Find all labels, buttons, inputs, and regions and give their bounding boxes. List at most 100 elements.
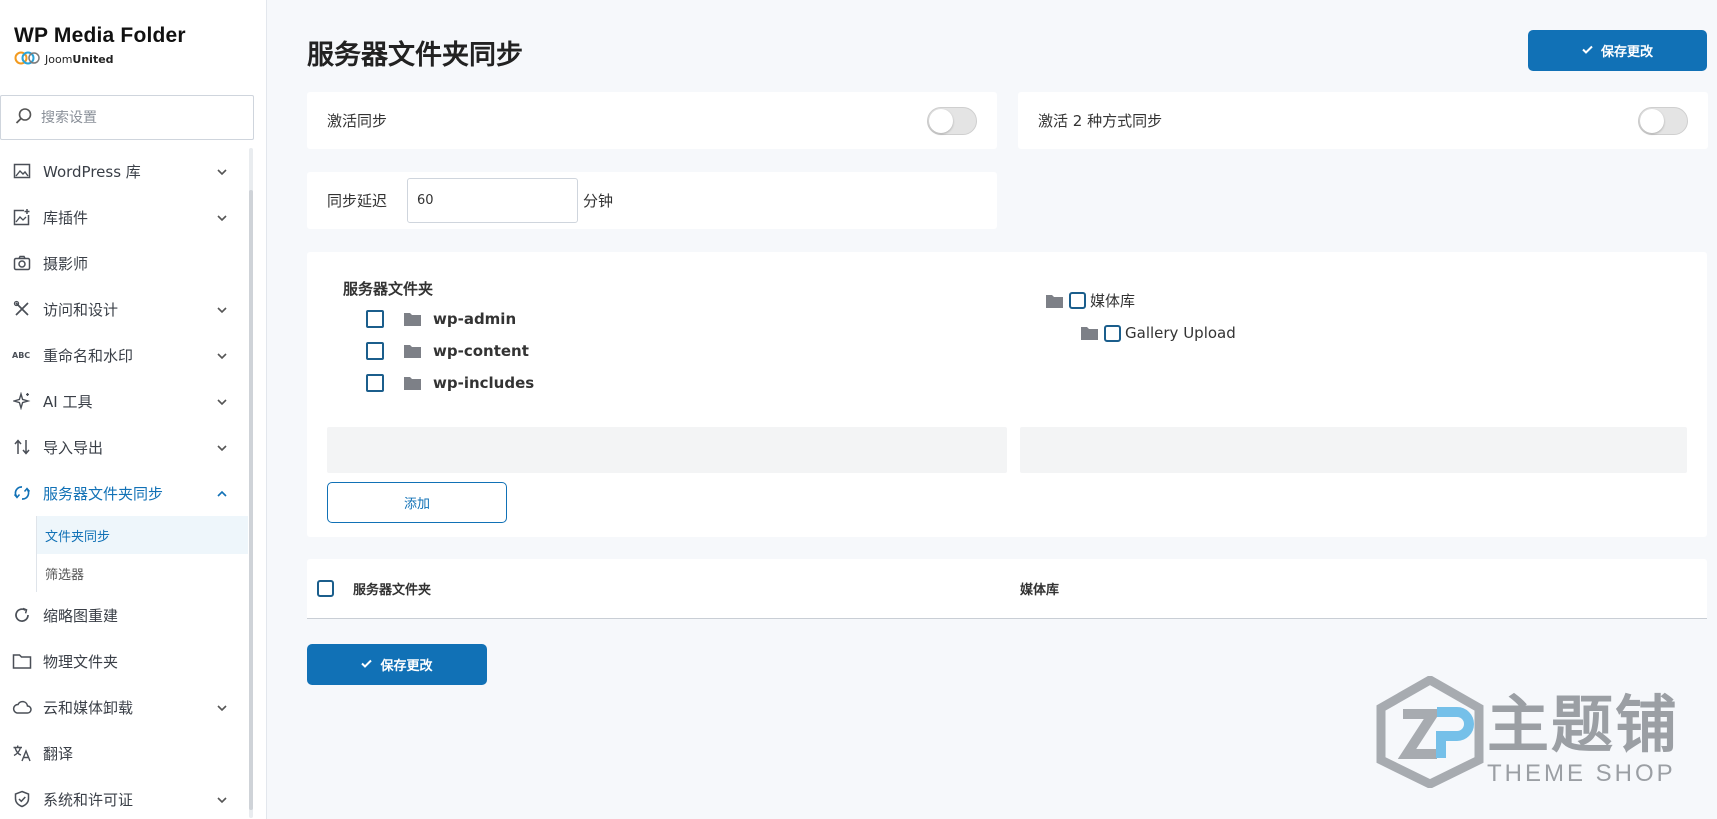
media-folder-selection-field[interactable] — [1020, 427, 1687, 473]
server-folder-checkbox[interactable] — [366, 310, 384, 328]
chevron-down-icon — [216, 791, 228, 810]
activate-2way-sync-toggle[interactable] — [1638, 106, 1688, 135]
sidebar-subitem-folder-sync[interactable]: 文件夹同步 — [36, 516, 248, 554]
sidebar-item-wordpress-library[interactable]: WordPress 库 — [0, 148, 248, 194]
sidebar-item-label: 云和媒体卸载 — [43, 698, 134, 717]
theme-shop-watermark: 主题铺 THEME SHOP — [1375, 668, 1715, 808]
sidebar-item-label: 重命名和水印 — [43, 346, 134, 365]
search-input[interactable] — [41, 109, 231, 126]
chevron-down-icon — [216, 347, 228, 366]
sidebar-item-thumbnail-rebuild[interactable]: 缩略图重建 — [0, 592, 248, 638]
sidebar-item-import-export[interactable]: 导入导出 — [0, 424, 248, 470]
sidebar-item-label: 摄影师 — [43, 254, 89, 273]
sidebar-item-photographer[interactable]: 摄影师 — [0, 240, 248, 286]
server-folder-name: wp-admin — [433, 310, 517, 328]
sidebar-subitem-filters[interactable]: 筛选器 — [36, 554, 248, 592]
watermark-en: THEME SHOP — [1487, 760, 1676, 787]
table-col-media-library: 媒体库 — [1020, 583, 1060, 598]
select-all-checkbox[interactable] — [317, 580, 334, 597]
sidebar-item-access-design[interactable]: 访问和设计 — [0, 286, 248, 332]
gallery-upload-checkbox[interactable] — [1104, 324, 1121, 342]
tools-icon — [12, 299, 32, 319]
server-folder-row[interactable]: wp-content — [366, 342, 529, 360]
folder-icon — [1081, 326, 1098, 340]
brand-sub-light: Joom — [45, 53, 73, 66]
sidebar-item-label: WordPress 库 — [43, 162, 141, 181]
sidebar-item-physical-folder[interactable]: 物理文件夹 — [0, 638, 248, 684]
save-button-label: 保存更改 — [380, 659, 433, 674]
sidebar-item-label: 导入导出 — [43, 438, 104, 457]
server-folder-name: wp-includes — [433, 374, 535, 392]
media-library-checkbox[interactable] — [1069, 292, 1086, 309]
brand-sub-bold: United — [72, 53, 114, 66]
sidebar-item-ai-tools[interactable]: AI 工具 — [0, 378, 248, 424]
sidebar-item-label: 缩略图重建 — [43, 606, 119, 625]
activate-2way-sync-label: 激活 2 种方式同步 — [1038, 112, 1163, 130]
server-folder-row[interactable]: wp-includes — [366, 374, 534, 392]
activate-sync-card: 激活同步 — [307, 92, 997, 149]
add-button[interactable]: 添加 — [327, 482, 507, 523]
sync-delay-label: 同步延迟 — [327, 192, 388, 210]
folder-icon — [404, 344, 421, 358]
media-library-row[interactable]: 媒体库 — [1046, 290, 1135, 311]
sidebar-scroll-thumb[interactable] — [249, 190, 253, 810]
sidebar-item-server-folder-sync[interactable]: 服务器文件夹同步 — [0, 470, 248, 516]
sidebar-item-label: 访问和设计 — [43, 300, 119, 319]
gallery-upload-row[interactable]: Gallery Upload — [1081, 324, 1236, 342]
sidebar-item-label: 服务器文件夹同步 — [43, 484, 164, 503]
sidebar-item-system-license[interactable]: 系统和许可证 — [0, 776, 248, 819]
server-folder-title: 服务器文件夹 — [343, 280, 434, 298]
sidebar-item-label: 库插件 — [43, 208, 89, 227]
sidebar-item-label: 系统和许可证 — [43, 790, 134, 809]
sidebar-item-label: 物理文件夹 — [43, 652, 119, 671]
server-folder-row[interactable]: wp-admin — [366, 310, 516, 328]
chevron-down-icon — [216, 393, 228, 412]
joomunited-logo-icon — [14, 51, 40, 68]
chevron-up-icon — [216, 485, 228, 504]
chevron-down-icon — [216, 301, 228, 320]
sidebar-item-cloud-offload[interactable]: 云和媒体卸载 — [0, 684, 248, 730]
search-box[interactable] — [0, 95, 254, 140]
sidebar-item-label: AI 工具 — [43, 392, 93, 411]
abc-icon: ABC — [12, 345, 32, 365]
refresh-icon — [12, 605, 32, 625]
folder-icon — [404, 312, 421, 326]
sync-delay-input[interactable] — [407, 178, 579, 223]
server-folder-selection-field[interactable] — [327, 427, 1007, 473]
mapping-table-header: 服务器文件夹 媒体库 — [307, 559, 1707, 619]
shield-check-icon — [12, 789, 32, 809]
sidebar-item-translate[interactable]: 翻译 — [0, 730, 248, 776]
save-changes-button-bottom[interactable]: 保存更改 — [307, 644, 487, 685]
check-icon — [1582, 43, 1593, 58]
sync-delay-unit: 分钟 — [583, 192, 614, 210]
gallery-upload-name: Gallery Upload — [1125, 324, 1236, 342]
sidebar-item-label: 翻译 — [43, 744, 74, 763]
search-icon — [15, 107, 33, 129]
image-icon — [12, 161, 32, 181]
server-folder-checkbox[interactable] — [366, 374, 384, 392]
arrows-updown-icon — [12, 437, 32, 457]
sync-icon — [12, 483, 32, 503]
chevron-down-icon — [216, 699, 228, 718]
page-title: 服务器文件夹同步 — [307, 40, 523, 71]
sidebar-item-rename-watermark[interactable]: ABC 重命名和水印 — [0, 332, 248, 378]
check-icon — [361, 657, 373, 672]
brand-subtitle: JoomUnited — [14, 51, 186, 68]
table-col-server-folder: 服务器文件夹 — [353, 583, 432, 598]
folder-icon — [1046, 294, 1063, 308]
server-folder-name: wp-content — [433, 342, 529, 360]
activate-sync-label: 激活同步 — [327, 112, 388, 130]
svg-text:ABC: ABC — [12, 351, 30, 360]
camera-icon — [12, 253, 32, 273]
save-button-label: 保存更改 — [1600, 45, 1653, 60]
folder-icon — [12, 651, 32, 671]
activate-sync-toggle[interactable] — [927, 106, 977, 135]
server-folder-checkbox[interactable] — [366, 342, 384, 360]
sidebar: WP Media Folder JoomUnited WordPress 库 — [0, 0, 267, 819]
brand: WP Media Folder JoomUnited — [14, 24, 186, 68]
chevron-down-icon — [216, 209, 228, 228]
chevron-down-icon — [216, 163, 228, 182]
sidebar-item-gallery-addon[interactable]: 库插件 — [0, 194, 248, 240]
save-changes-button-top[interactable]: 保存更改 — [1528, 30, 1707, 71]
media-library-name: 媒体库 — [1090, 292, 1136, 310]
